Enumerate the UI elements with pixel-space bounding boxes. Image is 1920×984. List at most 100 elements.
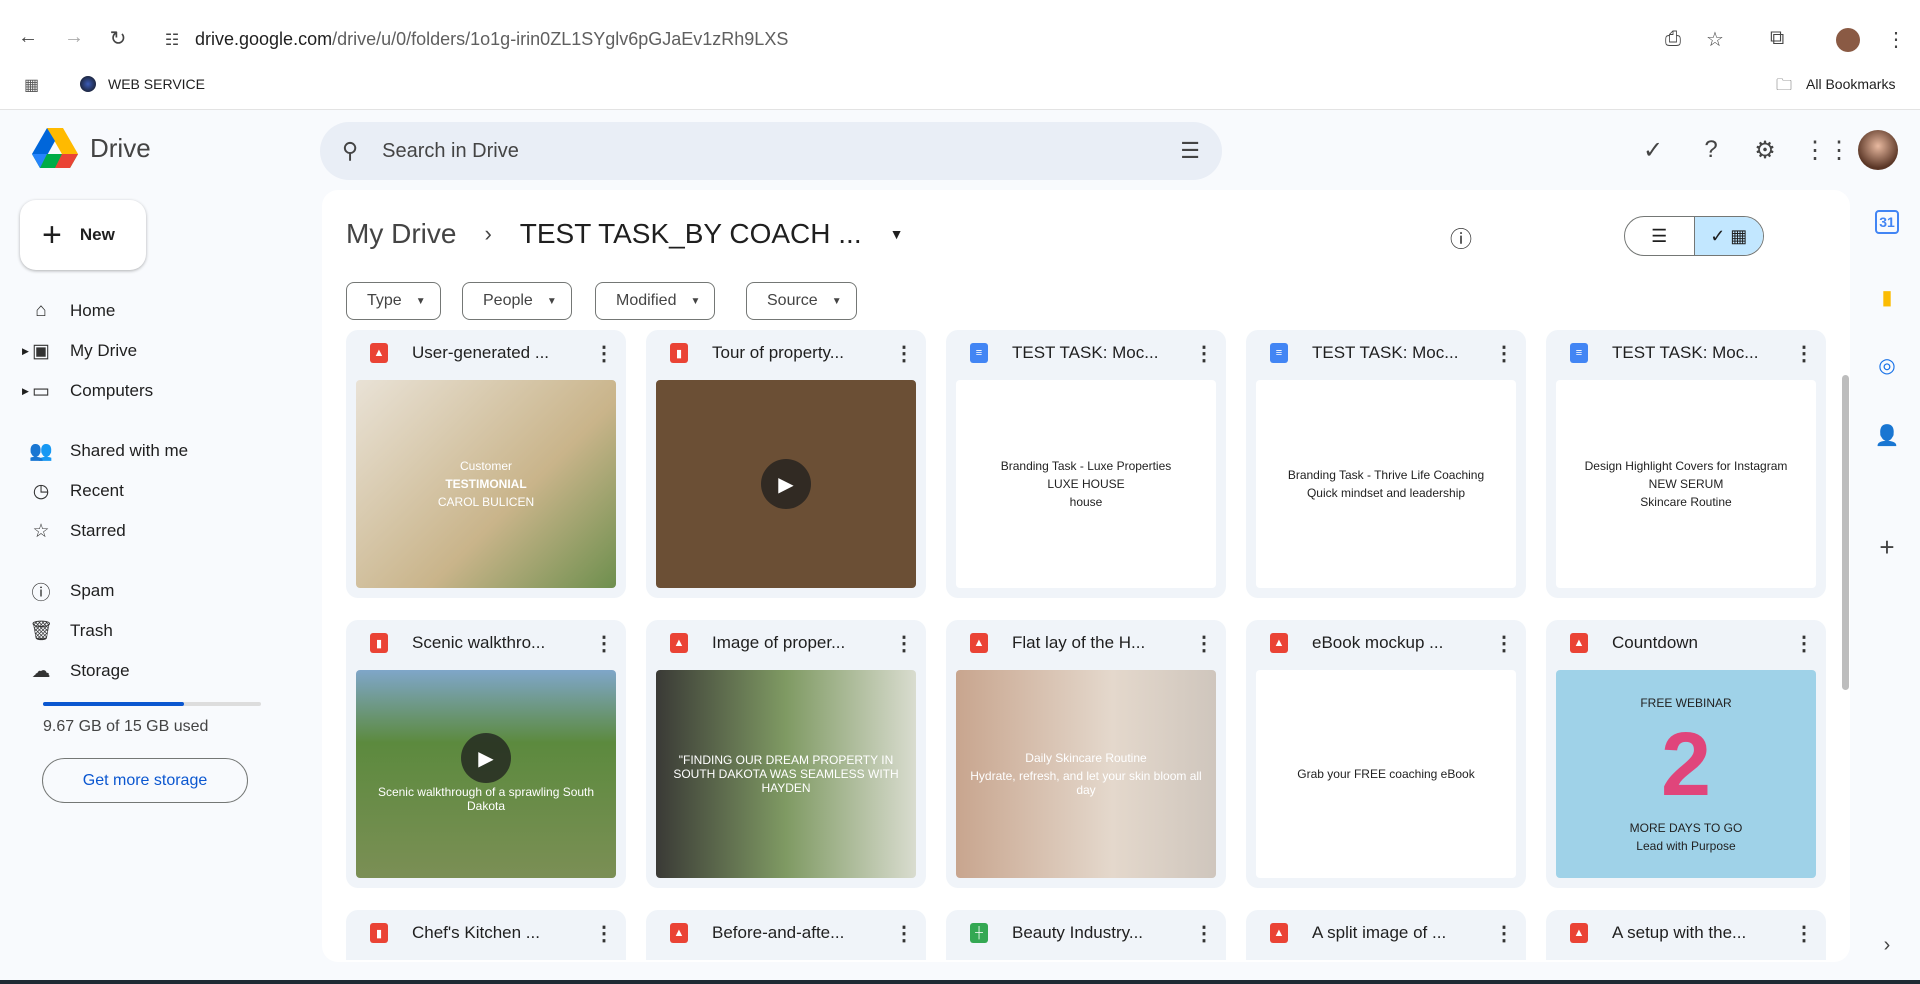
apps-grid-icon[interactable]: ▦: [24, 75, 39, 95]
filter-people[interactable]: People ▼: [462, 282, 572, 320]
file-card[interactable]: ▮ Tour of property... ⋮ ▶: [646, 330, 926, 598]
play-icon[interactable]: ▶: [761, 459, 811, 509]
file-card[interactable]: ▲ Flat lay of the H... ⋮ Daily Skincare Rou…: [946, 620, 1226, 888]
file-card[interactable]: ▮ Scenic walkthro... ⋮ ▶ Scenic walkthrough …: [346, 620, 626, 888]
back-icon[interactable]: ←: [14, 26, 42, 49]
file-thumbnail[interactable]: ▶: [656, 380, 916, 588]
more-actions-icon[interactable]: ⋮: [890, 631, 918, 656]
install-app-icon[interactable]: ⎙: [1665, 28, 1681, 51]
more-actions-icon[interactable]: ⋮: [1790, 631, 1818, 656]
search-input[interactable]: ⚲ Search in Drive ☰: [320, 122, 1222, 180]
more-actions-icon[interactable]: ⋮: [1790, 921, 1818, 946]
browser-menu-icon[interactable]: ⋮: [1886, 27, 1906, 52]
settings-icon[interactable]: ⚙: [1750, 136, 1780, 165]
file-card[interactable]: ▲ eBook mockup ... ⋮ Grab your FREE coachin…: [1246, 620, 1526, 888]
sidebar-item-shared-with-me[interactable]: 👥 Shared with me: [28, 435, 188, 467]
more-actions-icon[interactable]: ⋮: [590, 631, 618, 656]
sidebar-item-storage[interactable]: ☁ Storage: [28, 655, 130, 687]
filter-type[interactable]: Type ▼: [346, 282, 441, 320]
details-info-icon[interactable]: ⓘ: [1450, 222, 1472, 254]
file-card[interactable]: ▮ Chef's Kitchen ... ⋮: [346, 910, 626, 960]
site-settings-icon[interactable]: ☷: [158, 30, 186, 50]
more-actions-icon[interactable]: ⋮: [1490, 341, 1518, 366]
more-actions-icon[interactable]: ⋮: [590, 921, 618, 946]
star-icon: ☆: [32, 520, 50, 542]
filter-modified[interactable]: Modified ▼: [595, 282, 716, 320]
sidebar-item-trash[interactable]: 🗑 Trash: [28, 615, 113, 647]
file-thumbnail[interactable]: Design Highlight Covers for Instagram NEW…: [1556, 380, 1816, 588]
add-addon-icon[interactable]: +: [1872, 532, 1902, 562]
all-bookmarks[interactable]: All Bookmarks: [1806, 76, 1895, 92]
reload-icon[interactable]: ↻: [104, 26, 132, 51]
search-options-icon[interactable]: ☰: [1180, 138, 1200, 164]
file-thumbnail[interactable]: Branding Task - Luxe Properties LUXE HOUS…: [956, 380, 1216, 588]
more-actions-icon[interactable]: ⋮: [1490, 631, 1518, 656]
account-avatar[interactable]: [1858, 130, 1898, 170]
file-card[interactable]: ▲ A split image of ... ⋮: [1246, 910, 1526, 960]
play-icon[interactable]: ▶: [461, 733, 511, 783]
drive-logo[interactable]: Drive: [32, 128, 151, 168]
image-file-icon: ▲: [1570, 923, 1588, 943]
address-bar[interactable]: drive.google.com/drive/u/0/folders/1o1g-…: [195, 29, 788, 50]
expand-panel-icon[interactable]: ›: [1872, 930, 1902, 960]
bookmark-web-service[interactable]: WEB SERVICE: [108, 76, 205, 92]
file-thumbnail[interactable]: Branding Task - Thrive Life Coaching Quic…: [1256, 380, 1516, 588]
file-thumbnail[interactable]: Daily Skincare Routine Hydrate, refresh, …: [956, 670, 1216, 878]
calendar-icon[interactable]: 31: [1875, 210, 1899, 234]
extensions-icon[interactable]: ⧉: [1770, 27, 1784, 50]
list-view-button[interactable]: ☰: [1625, 217, 1694, 255]
breadcrumb-current-folder[interactable]: TEST TASK_BY COACH ...: [520, 218, 862, 250]
sidebar-item-computers[interactable]: ▶ ▭ Computers: [22, 375, 154, 407]
chevron-right-icon: ›: [484, 221, 492, 246]
folder-menu-caret-icon[interactable]: ▼: [890, 226, 904, 242]
search-icon[interactable]: ⚲: [342, 138, 358, 164]
sidebar-item-label: Computers: [70, 381, 154, 400]
contacts-icon[interactable]: 👤: [1872, 420, 1902, 450]
breadcrumb-my-drive[interactable]: My Drive: [346, 218, 456, 250]
more-actions-icon[interactable]: ⋮: [1190, 341, 1218, 366]
more-actions-icon[interactable]: ⋮: [890, 341, 918, 366]
more-actions-icon[interactable]: ⋮: [1790, 341, 1818, 366]
keep-icon[interactable]: ▮: [1872, 282, 1902, 312]
more-actions-icon[interactable]: ⋮: [890, 921, 918, 946]
file-card[interactable]: ▲ User-generated ... ⋮ Customer TESTIMONIAL C…: [346, 330, 626, 598]
sidebar-item-starred[interactable]: ☆ Starred: [28, 515, 125, 547]
thumbnail-text: Daily Skincare Routine: [1025, 751, 1147, 765]
filter-source[interactable]: Source ▼: [746, 282, 857, 320]
file-card[interactable]: ≡ TEST TASK: Moc... ⋮ Design Highlight Cove…: [1546, 330, 1826, 598]
file-card[interactable]: ▲ Countdown ⋮ FREE WEBINAR 2 MORE DAYS TO GO L…: [1546, 620, 1826, 888]
sidebar-item-home[interactable]: ⌂ Home: [28, 295, 115, 327]
more-actions-icon[interactable]: ⋮: [590, 341, 618, 366]
sidebar-item-my-drive[interactable]: ▶ ▣ My Drive: [22, 335, 137, 367]
scrollbar[interactable]: [1842, 375, 1849, 690]
file-card[interactable]: ≡ TEST TASK: Moc... ⋮ Branding Task - Luxe …: [946, 330, 1226, 598]
file-thumbnail[interactable]: "FINDING OUR DREAM PROPERTY IN SOUTH DAK…: [656, 670, 916, 878]
file-card[interactable]: ▲ A setup with the... ⋮: [1546, 910, 1826, 960]
new-button[interactable]: + New: [20, 200, 146, 270]
file-thumbnail[interactable]: FREE WEBINAR 2 MORE DAYS TO GO Lead with Pu…: [1556, 670, 1816, 878]
more-actions-icon[interactable]: ⋮: [1190, 631, 1218, 656]
file-card[interactable]: ▲ Before-and-afte... ⋮: [646, 910, 926, 960]
file-thumbnail[interactable]: Customer TESTIMONIAL CAROL BULICEN: [356, 380, 616, 588]
more-actions-icon[interactable]: ⋮: [1490, 921, 1518, 946]
file-card[interactable]: ┼ Beauty Industry... ⋮: [946, 910, 1226, 960]
sidebar-item-spam[interactable]: ⓘ Spam: [28, 575, 114, 607]
expand-caret-icon[interactable]: ▶: [22, 346, 29, 357]
tasks-icon[interactable]: ◎: [1872, 350, 1902, 380]
file-thumbnail[interactable]: Grab your FREE coaching eBook: [1256, 670, 1516, 878]
grid-view-button[interactable]: ✓ ▦: [1693, 217, 1763, 255]
google-apps-icon[interactable]: ⋮⋮: [1803, 136, 1851, 165]
offline-ready-icon[interactable]: ✓: [1638, 136, 1668, 165]
get-more-storage-button[interactable]: Get more storage: [42, 758, 248, 803]
file-card[interactable]: ≡ TEST TASK: Moc... ⋮ Branding Task - Thriv…: [1246, 330, 1526, 598]
file-card[interactable]: ▲ Image of proper... ⋮ "FINDING OUR DREAM P…: [646, 620, 926, 888]
help-icon[interactable]: ?: [1696, 136, 1726, 164]
expand-caret-icon[interactable]: ▶: [22, 386, 29, 397]
forward-icon[interactable]: →: [60, 26, 88, 49]
bookmark-star-icon[interactable]: ☆: [1706, 27, 1724, 52]
more-actions-icon[interactable]: ⋮: [1190, 921, 1218, 946]
file-thumbnail[interactable]: ▶ Scenic walkthrough of a sprawling South…: [356, 670, 616, 878]
sidebar-item-recent[interactable]: ◷ Recent: [28, 475, 124, 507]
computer-icon: ▭: [32, 380, 50, 402]
profile-avatar[interactable]: [1836, 28, 1860, 52]
